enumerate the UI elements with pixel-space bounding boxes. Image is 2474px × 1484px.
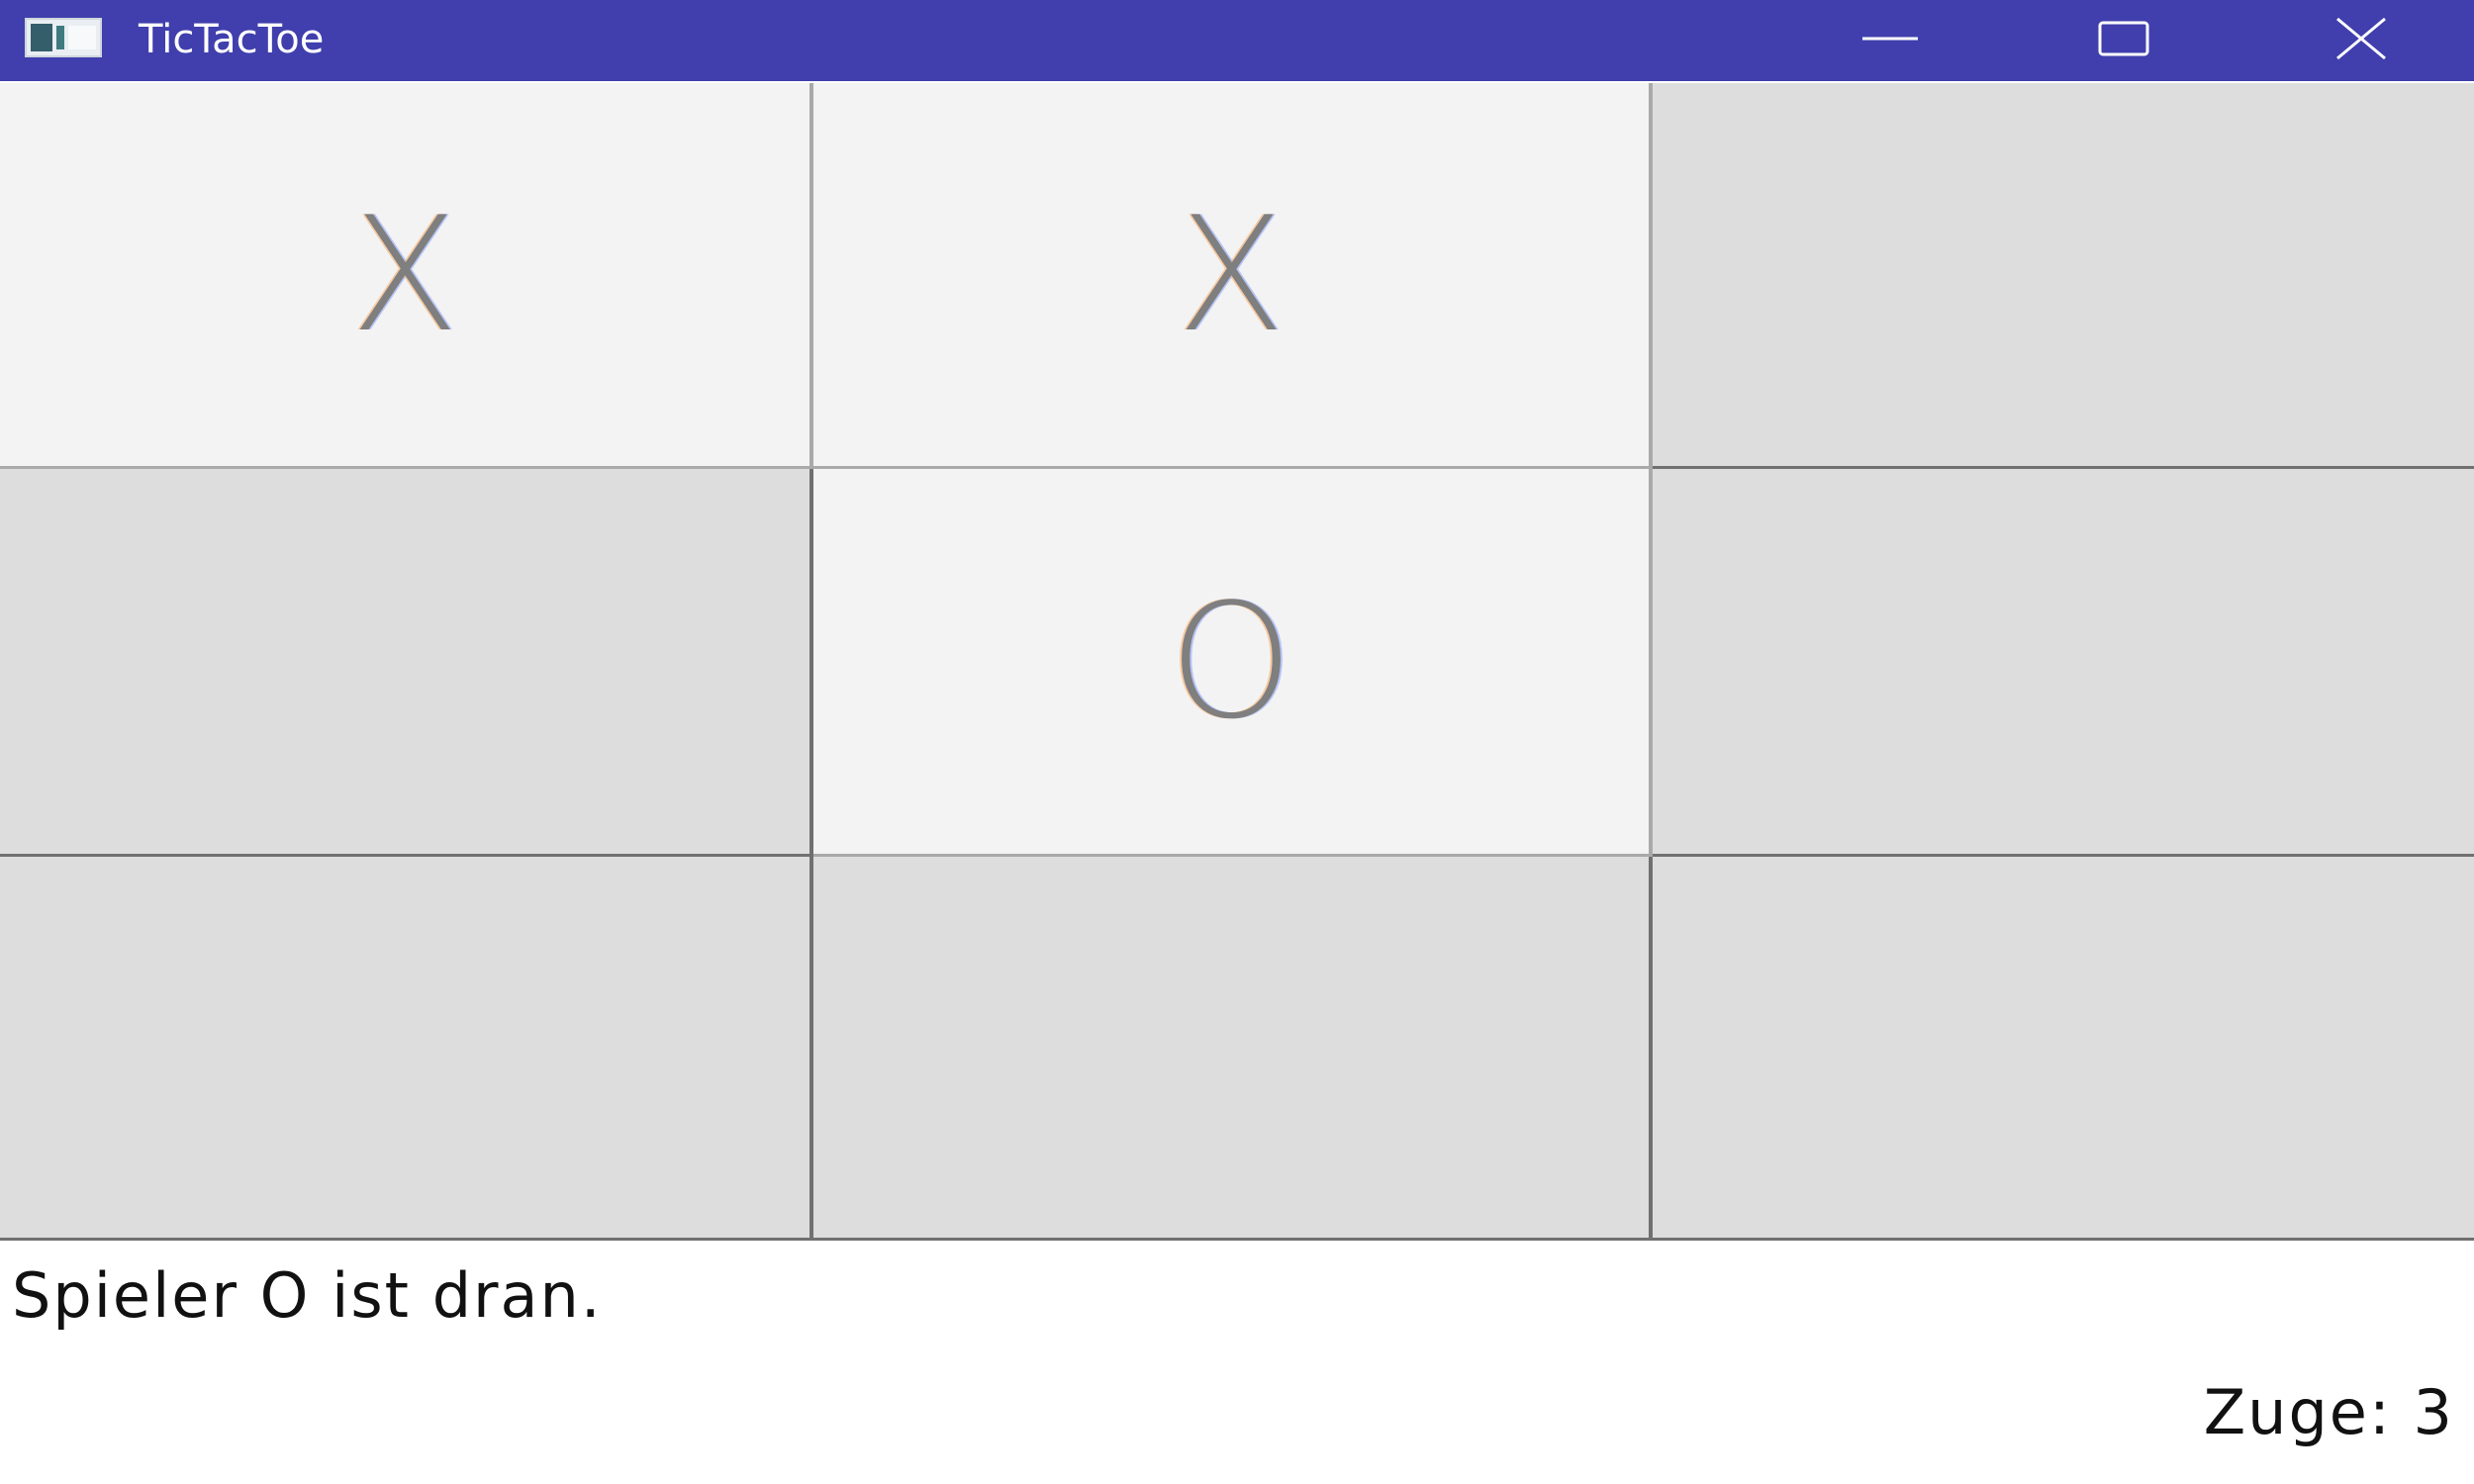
cell-r3-c1[interactable] — [0, 857, 813, 1241]
cell-r2-c1[interactable] — [0, 469, 813, 857]
minimize-button[interactable] — [1811, 0, 1969, 81]
status-message: Spieler O ist dran. — [12, 1259, 603, 1332]
window-title: TicTacToe — [139, 17, 325, 62]
game-board: X X O — [0, 83, 2474, 1241]
cell-r3-c3[interactable] — [1653, 857, 2474, 1241]
move-counter: Zuge: 3 — [2203, 1376, 2454, 1448]
close-button[interactable] — [2282, 0, 2440, 81]
cell-r1-c1[interactable]: X — [0, 83, 813, 469]
maximize-icon — [2096, 19, 2151, 62]
cell-r1-c2[interactable]: X — [813, 83, 1653, 469]
cell-r1-c3[interactable] — [1653, 83, 2474, 469]
close-icon — [2333, 17, 2389, 64]
cell-r2-c3[interactable] — [1653, 469, 2474, 857]
maximize-button[interactable] — [2045, 0, 2203, 81]
cell-r2-c2[interactable]: O — [813, 469, 1653, 857]
title-bar[interactable]: TicTacToe — [0, 0, 2474, 81]
minimize-icon — [1862, 19, 1918, 62]
cell-r3-c2[interactable] — [813, 857, 1653, 1241]
app-window-icon — [25, 18, 102, 57]
game-window: TicTacToe X X O Spieler O ist dran. Zuge… — [0, 0, 2474, 1484]
